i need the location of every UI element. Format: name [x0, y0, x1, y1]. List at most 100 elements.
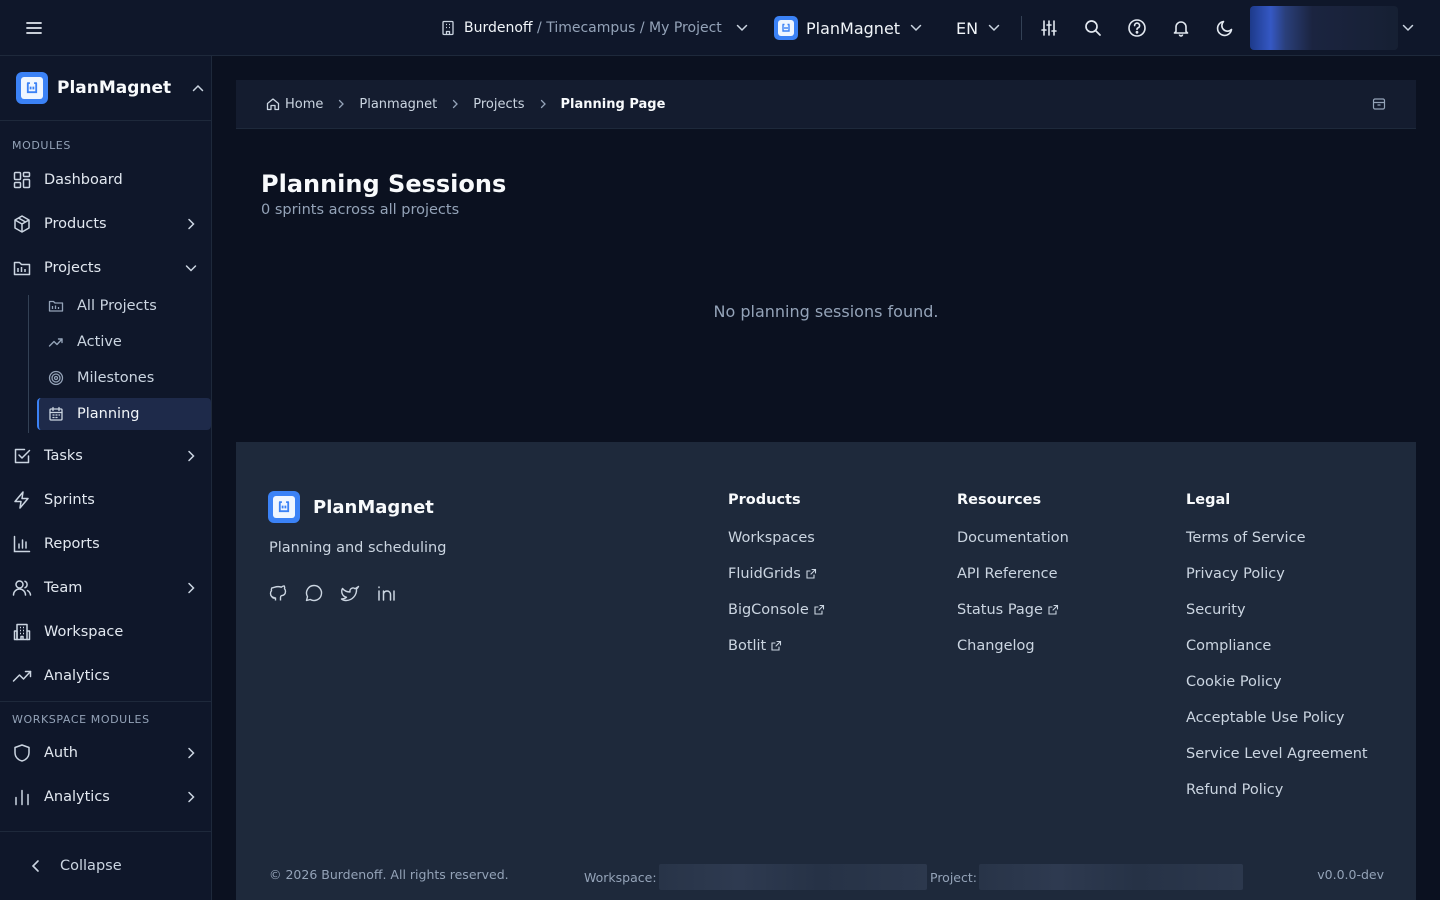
footer-column-title: Products: [728, 492, 801, 508]
footer-copyright: © 2026 Burdenoff. All rights reserved.: [269, 867, 509, 882]
footer-link-label: Cookie Policy: [1186, 674, 1282, 690]
footer-link-label: Acceptable Use Policy: [1186, 710, 1345, 726]
breadcrumb-planmagnet[interactable]: Planmagnet: [359, 97, 437, 112]
sidebar-item-products[interactable]: Products: [0, 204, 211, 244]
sidebar-item-label: Reports: [44, 536, 100, 552]
footer-link-label: Workspaces: [728, 530, 815, 546]
language-selector[interactable]: EN: [956, 0, 1000, 56]
sidebar-item-workspace[interactable]: Workspace: [0, 612, 211, 652]
context-switcher[interactable]: Burdenoff / Timecampus / My Project: [440, 0, 748, 56]
sidebar-item-analytics[interactable]: Analytics: [0, 656, 211, 696]
bar-chart-icon: [12, 534, 32, 554]
workspace-modules-section-label: WORKSPACE MODULES: [12, 713, 150, 726]
breadcrumb-home[interactable]: Home: [266, 97, 323, 112]
breadcrumb-projects[interactable]: Projects: [473, 97, 524, 112]
chevron-right-icon: [183, 789, 199, 805]
github-icon[interactable]: [268, 583, 288, 603]
footer-link-bigconsole[interactable]: BigConsole: [728, 592, 825, 628]
footer-link-terms[interactable]: Terms of Service: [1186, 520, 1368, 556]
help-icon[interactable]: [1125, 0, 1149, 56]
external-link-icon: [805, 568, 817, 580]
footer-link-fluidgrids[interactable]: FluidGrids: [728, 556, 825, 592]
users-icon: [12, 578, 32, 598]
footer-link-sla[interactable]: Service Level Agreement: [1186, 736, 1368, 772]
chevron-right-icon: [183, 216, 199, 232]
chevron-down-icon[interactable]: [1400, 0, 1416, 56]
empty-state-message: No planning sessions found.: [713, 302, 939, 321]
sidebar-item-team[interactable]: Team: [0, 568, 211, 608]
footer-link-acceptable-use[interactable]: Acceptable Use Policy: [1186, 700, 1368, 736]
footer-tagline: Planning and scheduling: [269, 540, 447, 556]
footer-link-api-reference[interactable]: API Reference: [957, 556, 1069, 592]
breadcrumb: Home Planmagnet Projects Planning Page: [236, 80, 1416, 129]
chevron-right-icon: [538, 99, 548, 109]
bell-icon[interactable]: [1169, 0, 1193, 56]
sidebar-item-workspace-analytics[interactable]: Analytics: [0, 777, 211, 817]
page-subtitle: 0 sprints across all projects: [261, 202, 460, 218]
user-avatar[interactable]: [1250, 6, 1398, 50]
footer-column-resources: Resources Documentation API Reference St…: [957, 492, 1069, 672]
footer-project-info: Project:: [930, 864, 1243, 890]
footer-link-security[interactable]: Security: [1186, 592, 1368, 628]
footer-link-status-page[interactable]: Status Page: [957, 592, 1069, 628]
footer-link-compliance[interactable]: Compliance: [1186, 628, 1368, 664]
sidebar-item-sprints[interactable]: Sprints: [0, 480, 211, 520]
sidebar-item-label: Products: [44, 216, 107, 232]
twitter-icon[interactable]: [340, 583, 360, 603]
footer-link-refund-policy[interactable]: Refund Policy: [1186, 772, 1368, 808]
sidebar-item-tasks[interactable]: Tasks: [0, 436, 211, 476]
shield-icon: [12, 743, 32, 763]
footer-brand[interactable]: PlanMagnet: [268, 491, 434, 523]
footer-link-documentation[interactable]: Documentation: [957, 520, 1069, 556]
footer-column-title: Legal: [1186, 492, 1231, 508]
building-icon: [12, 622, 32, 642]
sidebar-app-name: PlanMagnet: [57, 78, 172, 98]
sidebar-subitem-planning[interactable]: Planning: [37, 398, 211, 430]
sidebar-subitem-active[interactable]: Active: [37, 326, 211, 358]
sidebar: PlanMagnet MODULES Dashboard Products Pr…: [0, 56, 212, 900]
archive-icon[interactable]: [1372, 97, 1386, 111]
footer-link-label: Security: [1186, 602, 1246, 618]
breadcrumb-label: Home: [285, 96, 324, 112]
footer-link-changelog[interactable]: Changelog: [957, 628, 1069, 664]
divider: [0, 701, 211, 702]
footer-link-cookie-policy[interactable]: Cookie Policy: [1186, 664, 1368, 700]
sidebar-subitem-label: Active: [77, 334, 122, 350]
target-icon: [48, 370, 64, 386]
context-org: Burdenoff: [464, 20, 533, 36]
folder-open-icon: [48, 298, 64, 314]
linkedin-icon[interactable]: [376, 583, 396, 603]
sidebar-item-auth[interactable]: Auth: [0, 733, 211, 773]
moon-icon[interactable]: [1213, 0, 1237, 56]
chevron-down-icon: [910, 24, 922, 32]
sidebar-subitem-milestones[interactable]: Milestones: [37, 362, 211, 394]
footer-link-label: Compliance: [1186, 638, 1272, 654]
footer-socials: [268, 583, 396, 603]
sliders-icon[interactable]: [1037, 0, 1061, 56]
sidebar-app-header[interactable]: PlanMagnet: [0, 56, 211, 121]
sidebar-item-reports[interactable]: Reports: [0, 524, 211, 564]
chevron-right-icon: [336, 99, 346, 109]
footer-workspace-info: Workspace:: [584, 864, 927, 890]
chat-icon[interactable]: [304, 583, 324, 603]
footer-link-label: Botlit: [728, 638, 767, 654]
tree-line: [28, 295, 29, 433]
footer-link-label: Status Page: [957, 602, 1043, 618]
footer-link-botlit[interactable]: Botlit: [728, 628, 825, 664]
sidebar-item-dashboard[interactable]: Dashboard: [0, 160, 211, 200]
planmagnet-logo-icon: [268, 491, 300, 523]
sidebar-subitem-all-projects[interactable]: All Projects: [37, 290, 211, 322]
collapse-sidebar-button[interactable]: Collapse: [28, 854, 122, 878]
footer-column-title: Resources: [957, 492, 1042, 508]
sidebar-item-projects[interactable]: Projects: [0, 248, 211, 288]
menu-icon[interactable]: [20, 0, 48, 56]
search-icon[interactable]: [1081, 0, 1105, 56]
footer-brand-name: PlanMagnet: [313, 496, 434, 518]
app-switcher[interactable]: PlanMagnet: [774, 0, 922, 56]
divider: [0, 831, 211, 832]
footer-link-privacy[interactable]: Privacy Policy: [1186, 556, 1368, 592]
footer-link-workspaces[interactable]: Workspaces: [728, 520, 825, 556]
grid-icon: [12, 170, 32, 190]
footer-link-label: Privacy Policy: [1186, 566, 1285, 582]
project-id-redacted: [978, 864, 1243, 890]
